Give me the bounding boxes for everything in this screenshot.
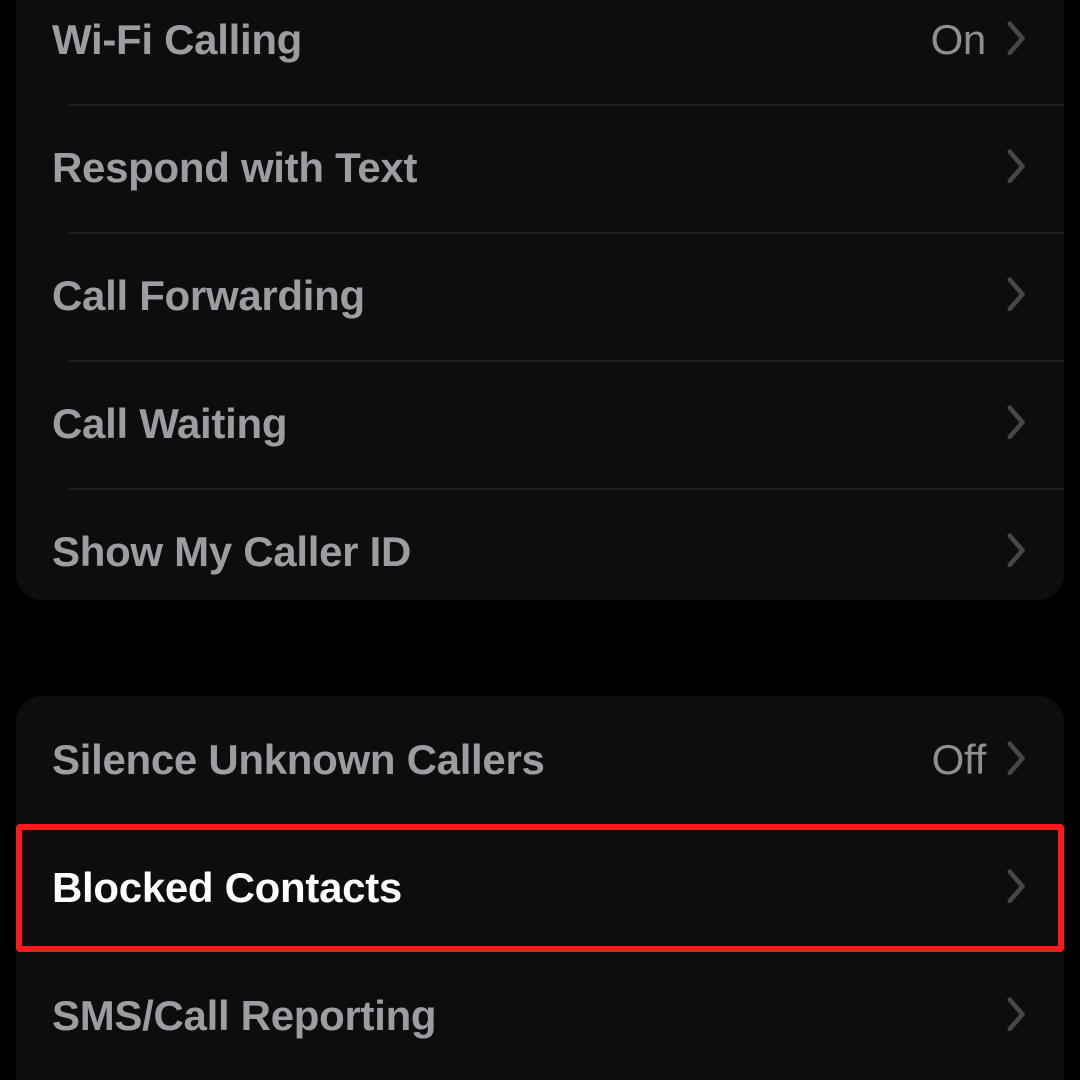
row-label: Show My Caller ID bbox=[52, 528, 1006, 576]
row-show-my-caller-id[interactable]: Show My Caller ID bbox=[16, 488, 1064, 600]
row-label: Silence Unknown Callers bbox=[52, 736, 932, 784]
chevron-right-icon bbox=[1006, 740, 1028, 780]
chevron-right-icon bbox=[1006, 868, 1028, 908]
chevron-right-icon bbox=[1006, 276, 1028, 316]
chevron-right-icon bbox=[1006, 996, 1028, 1036]
row-label: Respond with Text bbox=[52, 144, 1006, 192]
settings-group-calling: Wi-Fi Calling On Respond with Text Call … bbox=[16, 0, 1064, 600]
row-label: Blocked Contacts bbox=[52, 864, 1006, 912]
row-value: On bbox=[931, 16, 986, 64]
chevron-right-icon bbox=[1006, 20, 1028, 60]
row-respond-with-text[interactable]: Respond with Text bbox=[16, 104, 1064, 232]
row-label: Wi-Fi Calling bbox=[52, 16, 931, 64]
row-blocked-contacts[interactable]: Blocked Contacts bbox=[16, 824, 1064, 952]
chevron-right-icon bbox=[1006, 148, 1028, 188]
row-value: Off bbox=[932, 736, 986, 784]
row-label: Call Waiting bbox=[52, 400, 1006, 448]
row-call-forwarding[interactable]: Call Forwarding bbox=[16, 232, 1064, 360]
row-silence-unknown-callers[interactable]: Silence Unknown Callers Off bbox=[16, 696, 1064, 824]
settings-group-blocking: Silence Unknown Callers Off Blocked Cont… bbox=[16, 696, 1064, 1080]
row-wifi-calling[interactable]: Wi-Fi Calling On bbox=[16, 0, 1064, 104]
row-call-waiting[interactable]: Call Waiting bbox=[16, 360, 1064, 488]
row-label: SMS/Call Reporting bbox=[52, 992, 1006, 1040]
row-sms-call-reporting[interactable]: SMS/Call Reporting bbox=[16, 952, 1064, 1080]
row-label: Call Forwarding bbox=[52, 272, 1006, 320]
chevron-right-icon bbox=[1006, 404, 1028, 444]
chevron-right-icon bbox=[1006, 532, 1028, 572]
